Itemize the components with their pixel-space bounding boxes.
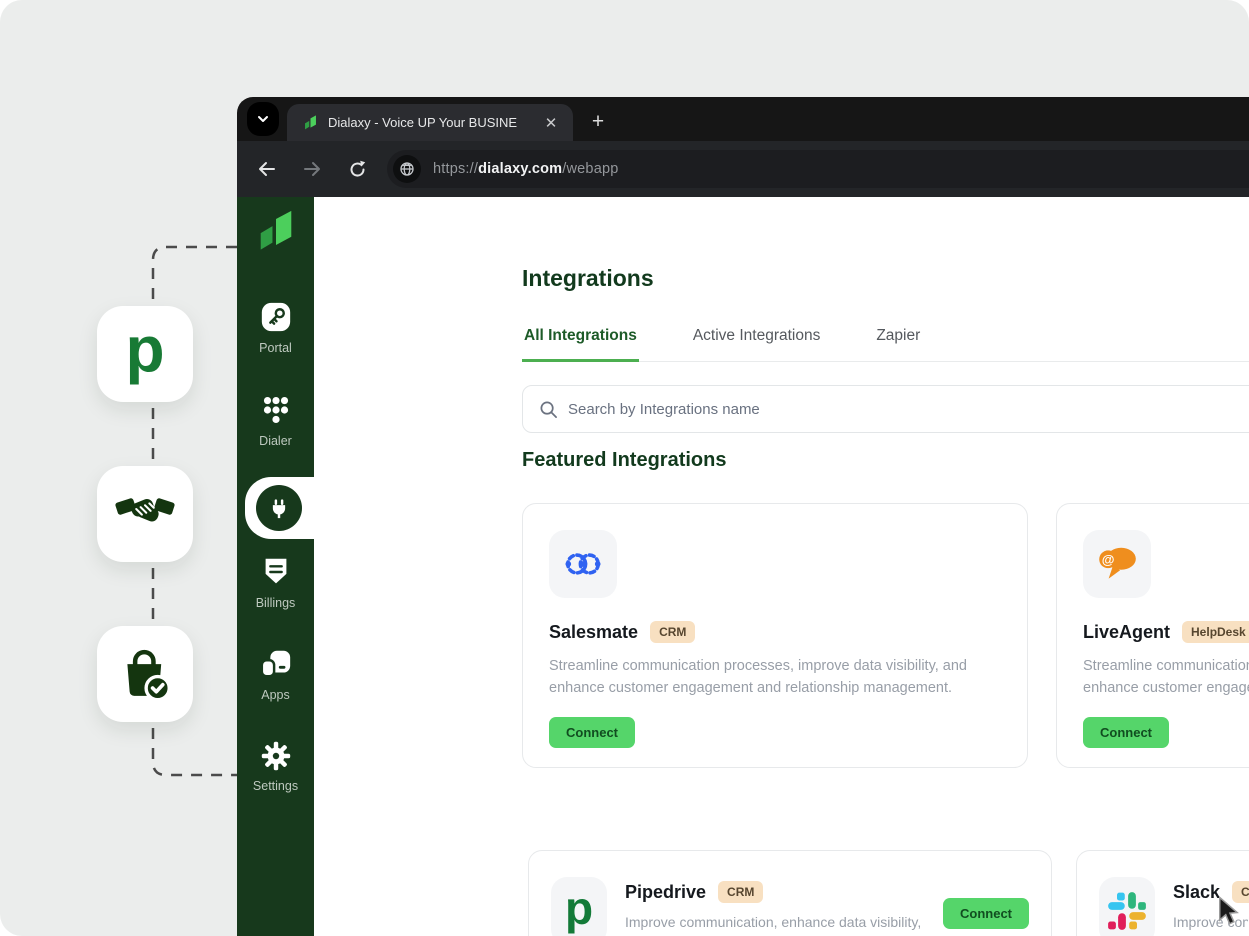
card-name: Pipedrive: [625, 881, 707, 902]
tab-all-integrations[interactable]: All Integrations: [522, 321, 639, 362]
integrations-tabs: All Integrations Active Integrations Zap…: [522, 321, 1249, 362]
dialaxy-logo[interactable]: [237, 209, 314, 255]
promo-pipedrive-tile: p: [97, 306, 193, 402]
tab-zapier[interactable]: Zapier: [874, 321, 922, 361]
site-globe-icon: [393, 155, 421, 183]
card-description: Streamline communication processes, impr…: [1083, 658, 1249, 697]
new-tab-button[interactable]: +: [583, 107, 613, 137]
key-icon: [261, 302, 290, 332]
shopping-bag-check-icon: [127, 649, 171, 702]
tab-title: Dialaxy - Voice UP Your BUSINE: [328, 115, 518, 130]
integrations-circle: [256, 485, 302, 531]
search-bar[interactable]: [522, 385, 1249, 433]
tab-close-icon[interactable]: ✕: [540, 112, 562, 134]
gear-icon: [261, 741, 290, 771]
pipedrive-logo-icon: p: [125, 313, 165, 385]
liveagent-logo-icon: @: [1099, 547, 1136, 579]
billing-shield-icon: [265, 558, 286, 584]
apps-icon: [260, 650, 290, 678]
browser-toolbar: https://dialaxy.com/webapp: [237, 141, 1249, 197]
back-arrow-icon: [259, 162, 275, 176]
integration-card-liveagent[interactable]: @ LiveAgent HelpDesk Streamline communic…: [1056, 503, 1249, 768]
category-badge: CRM: [718, 881, 764, 903]
handshake-icon: [115, 498, 175, 522]
url-text: https://dialaxy.com/webapp: [433, 161, 619, 177]
slack-logo-tile: [1099, 877, 1155, 936]
salesmate-logo-tile: [549, 530, 617, 598]
browser-tab-dialaxy[interactable]: Dialaxy - Voice UP Your BUSINE ✕: [287, 104, 573, 141]
card-description: Improve communication, enhance data visi…: [625, 914, 922, 936]
search-input[interactable]: [568, 400, 1168, 418]
mouse-cursor: [1219, 896, 1239, 925]
pipedrive-logo-tile: p: [551, 877, 607, 936]
sidebar-item-apps[interactable]: Apps: [237, 647, 314, 702]
integration-card-pipedrive[interactable]: p Pipedrive CRM Improve communication, e…: [528, 850, 1052, 936]
svg-text:@: @: [1102, 552, 1115, 567]
category-badge: HelpDesk: [1182, 621, 1249, 643]
pipedrive-logo-icon: p: [564, 882, 594, 934]
browser-window: Dialaxy - Voice UP Your BUSINE ✕ + https…: [237, 97, 1249, 936]
sidebar-item-settings[interactable]: Settings: [237, 740, 314, 793]
sidebar-item-label: Apps: [261, 688, 290, 702]
sidebar-item-label: Billings: [255, 596, 296, 610]
tab-search-button[interactable]: [247, 102, 279, 136]
slack-logo-icon: [1108, 892, 1146, 930]
promo-partnership-tile: [97, 466, 193, 562]
liveagent-logo-tile: @: [1083, 530, 1151, 598]
sidebar-item-label: Settings: [252, 779, 299, 793]
sidebar-item-label: Portal: [259, 341, 292, 355]
reload-icon: [350, 160, 365, 177]
card-name: Salesmate: [549, 621, 639, 642]
category-badge: CRM: [650, 621, 696, 643]
card-name: LiveAgent: [1083, 621, 1171, 642]
search-icon: [540, 401, 557, 418]
dialaxy-logo-icon: [260, 210, 291, 250]
tab-active-integrations[interactable]: Active Integrations: [691, 321, 823, 361]
featured-heading: Featured Integrations: [522, 449, 727, 471]
sidebar-item-portal[interactable]: Portal: [237, 300, 314, 355]
connect-button[interactable]: Connect: [1083, 716, 1169, 748]
dialpad-icon: [263, 396, 288, 424]
browser-tabstrip: Dialaxy - Voice UP Your BUSINE ✕ +: [237, 97, 1249, 141]
page-title: Integrations: [522, 265, 654, 291]
sidebar-item-billings[interactable]: Billings: [237, 555, 314, 610]
connect-button[interactable]: Connect: [943, 898, 1029, 929]
plug-icon: [272, 499, 286, 519]
main-content: Integrations All Integrations Active Int…: [314, 197, 1249, 936]
forward-button[interactable]: [298, 155, 326, 183]
forward-arrow-icon: [304, 162, 320, 176]
salesmate-logo-icon: [565, 553, 601, 575]
app-sidebar: Portal Dialer Billings Apps Settings: [237, 197, 315, 936]
promo-purchase-tile: [97, 626, 193, 722]
sidebar-item-label: Dialer: [259, 434, 292, 448]
dialaxy-favicon: [305, 114, 316, 129]
card-description: Streamline communication processes, impr…: [549, 658, 967, 697]
connect-button[interactable]: Connect: [549, 716, 635, 748]
sidebar-item-integrations-selected[interactable]: [245, 477, 315, 539]
url-bar[interactable]: https://dialaxy.com/webapp: [387, 150, 1249, 188]
back-button[interactable]: [253, 155, 281, 183]
sidebar-item-dialer[interactable]: Dialer: [237, 393, 314, 448]
screenshot-stage: p Dialaxy - Voice UP Your BUSINE ✕ + htt…: [0, 0, 1249, 936]
chevron-down-icon: [258, 116, 268, 122]
reload-button[interactable]: [343, 155, 371, 183]
card-name: Slack: [1173, 881, 1221, 902]
integration-card-salesmate[interactable]: Salesmate CRM Streamline communication p…: [522, 503, 1028, 768]
